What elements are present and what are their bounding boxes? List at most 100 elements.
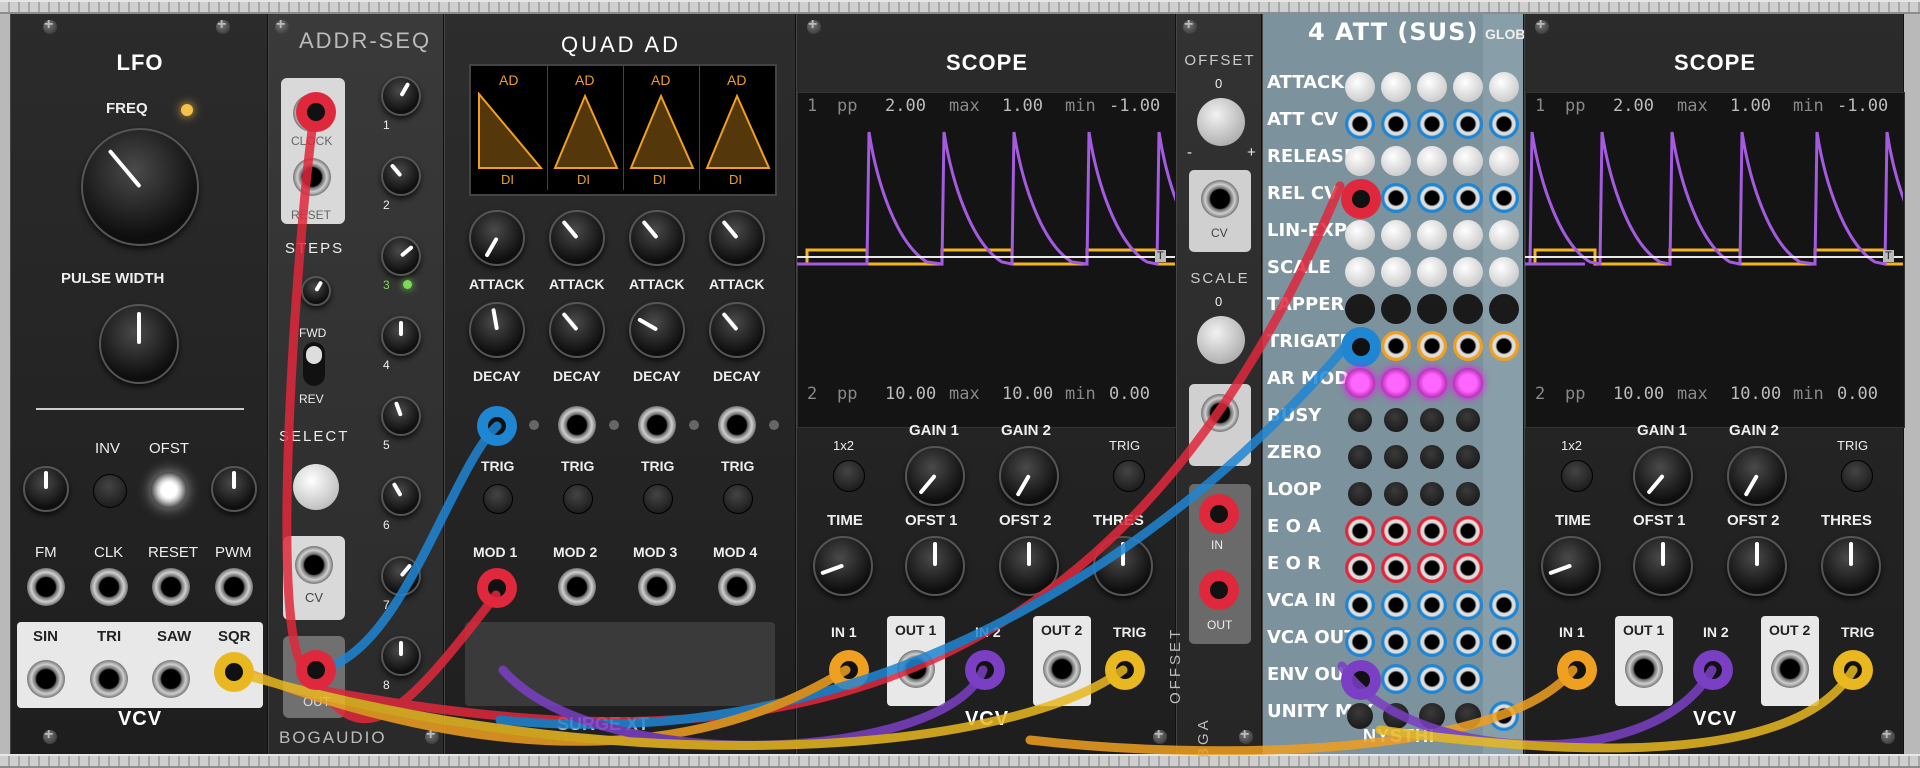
time-knob[interactable]: [1541, 536, 1601, 596]
reset-jack[interactable]: [152, 568, 190, 606]
global-control[interactable]: [1489, 590, 1519, 620]
nysthi-control[interactable]: [1453, 183, 1483, 213]
global-control[interactable]: [1489, 146, 1519, 176]
nysthi-control[interactable]: [1347, 703, 1373, 729]
sqr-output-plug[interactable]: [214, 652, 254, 692]
nysthi-control[interactable]: [1453, 220, 1483, 250]
trig-in-plug[interactable]: [1833, 650, 1873, 690]
sin-output-jack[interactable]: [27, 660, 65, 698]
nysthi-control[interactable]: [1345, 220, 1375, 250]
nysthi-control[interactable]: [1417, 553, 1447, 583]
global-control[interactable]: [1489, 257, 1519, 287]
nysthi-control[interactable]: [1456, 445, 1480, 469]
nysthi-control[interactable]: [1417, 516, 1447, 546]
trigate-plug[interactable]: [1341, 327, 1381, 367]
mod-button[interactable]: [643, 484, 673, 514]
trig-in-plug[interactable]: [1105, 650, 1145, 690]
global-control[interactable]: [1489, 220, 1519, 250]
trig-mode-button[interactable]: [1113, 460, 1145, 492]
reset-jack[interactable]: [293, 158, 331, 196]
nysthi-control[interactable]: [1345, 627, 1375, 657]
out2-jack[interactable]: [1043, 650, 1081, 688]
nysthi-control[interactable]: [1383, 703, 1409, 729]
decay-knob[interactable]: [709, 302, 765, 358]
trig-jack[interactable]: [718, 406, 756, 444]
nysthi-control[interactable]: [1345, 368, 1375, 398]
tapper-button[interactable]: [1417, 294, 1447, 324]
fm-attenuator-knob[interactable]: [23, 466, 69, 512]
nysthi-control[interactable]: [1381, 368, 1411, 398]
nysthi-control[interactable]: [1345, 257, 1375, 287]
1x2-button[interactable]: [833, 460, 865, 492]
nysthi-control[interactable]: [1381, 72, 1411, 102]
nysthi-control[interactable]: [1455, 703, 1481, 729]
trig-jack[interactable]: [638, 406, 676, 444]
clk-jack[interactable]: [90, 568, 128, 606]
gain1-knob[interactable]: [905, 446, 965, 506]
nysthi-control[interactable]: [1417, 664, 1447, 694]
nysthi-control[interactable]: [1348, 482, 1372, 506]
decay-knob[interactable]: [629, 302, 685, 358]
nysthi-control[interactable]: [1381, 590, 1411, 620]
step-4-knob[interactable]: [381, 316, 421, 356]
nysthi-control[interactable]: [1417, 627, 1447, 657]
nysthi-control[interactable]: [1345, 553, 1375, 583]
nysthi-control[interactable]: [1345, 516, 1375, 546]
nysthi-control[interactable]: [1381, 257, 1411, 287]
nysthi-control[interactable]: [1456, 482, 1480, 506]
nysthi-control[interactable]: [1420, 482, 1444, 506]
nysthi-control[interactable]: [1381, 220, 1411, 250]
nysthi-control[interactable]: [1453, 664, 1483, 694]
freq-knob[interactable]: [81, 128, 199, 246]
step-8-knob[interactable]: [381, 636, 421, 676]
out2-jack[interactable]: [1771, 650, 1809, 688]
global-control[interactable]: [1489, 331, 1519, 361]
direction-switch[interactable]: [303, 342, 325, 386]
step-2-knob[interactable]: [381, 156, 421, 196]
nysthi-control[interactable]: [1381, 183, 1411, 213]
nysthi-control[interactable]: [1384, 408, 1408, 432]
steps-knob[interactable]: [301, 276, 331, 306]
offset-cv-jack[interactable]: [1201, 180, 1239, 218]
gain1-knob[interactable]: [1633, 446, 1693, 506]
nysthi-control[interactable]: [1417, 183, 1447, 213]
time-knob[interactable]: [813, 536, 873, 596]
ofst1-knob[interactable]: [1633, 536, 1693, 596]
ofst2-knob[interactable]: [1727, 536, 1787, 596]
nysthi-control[interactable]: [1381, 331, 1411, 361]
mod-1-plug[interactable]: [477, 568, 517, 608]
addr-out-plug[interactable]: [296, 650, 336, 690]
nysthi-control[interactable]: [1419, 703, 1445, 729]
nysthi-control[interactable]: [1381, 553, 1411, 583]
trig-plug[interactable]: [477, 406, 517, 446]
pulse-width-knob[interactable]: [99, 304, 179, 384]
nysthi-control[interactable]: [1453, 257, 1483, 287]
decay-knob[interactable]: [469, 302, 525, 358]
nysthi-control[interactable]: [1420, 408, 1444, 432]
tapper-button[interactable]: [1381, 294, 1411, 324]
nysthi-control[interactable]: [1453, 516, 1483, 546]
nysthi-control[interactable]: [1417, 72, 1447, 102]
gain2-knob[interactable]: [1727, 446, 1787, 506]
attack-knob[interactable]: [629, 210, 685, 266]
pwm-jack[interactable]: [215, 568, 253, 606]
in2-plug[interactable]: [1693, 650, 1733, 690]
scale-cv-jack[interactable]: [1201, 394, 1239, 432]
global-control[interactable]: [1489, 72, 1519, 102]
nysthi-control[interactable]: [1453, 72, 1483, 102]
nysthi-control[interactable]: [1453, 553, 1483, 583]
step-3-knob[interactable]: [381, 236, 421, 276]
thres-knob[interactable]: [1821, 536, 1881, 596]
mod-jack[interactable]: [718, 568, 756, 606]
global-control[interactable]: [1489, 294, 1519, 324]
step-5-knob[interactable]: [381, 396, 421, 436]
mod-button[interactable]: [723, 484, 753, 514]
rel-cv-plug[interactable]: [1341, 179, 1381, 219]
mod-button[interactable]: [563, 484, 593, 514]
step-7-knob[interactable]: [381, 556, 421, 596]
nysthi-control[interactable]: [1453, 627, 1483, 657]
step-1-knob[interactable]: [381, 76, 421, 116]
ofst1-knob[interactable]: [905, 536, 965, 596]
inv-button[interactable]: [93, 474, 127, 508]
trig-mode-button[interactable]: [1841, 460, 1873, 492]
